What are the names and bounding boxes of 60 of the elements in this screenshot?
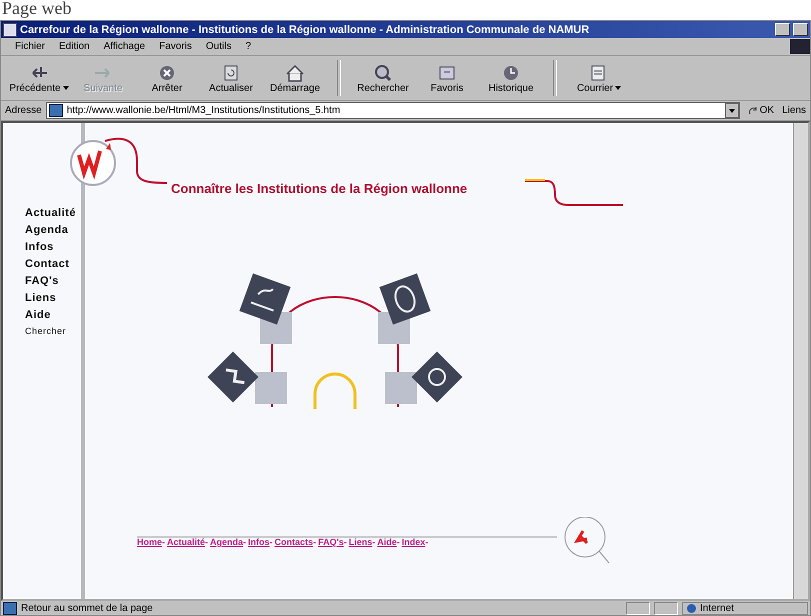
toolbar-button[interactable]: Rechercher: [351, 56, 415, 100]
maximize-button[interactable]: [793, 23, 808, 36]
page-icon: [48, 104, 63, 117]
globe-icon: [687, 604, 696, 612]
footer-link[interactable]: Agenda: [210, 537, 244, 547]
caret-icon[interactable]: [62, 86, 69, 90]
link-separator: -: [372, 537, 376, 547]
address-field[interactable]: http://www.wallonie.be/Html/M3_Institutions/Institutions_5.htm: [46, 102, 740, 119]
sidebar-link[interactable]: Agenda: [25, 224, 81, 236]
sidebar-link[interactable]: Actualité: [25, 207, 81, 219]
go-arrow-icon: [748, 106, 758, 116]
menu-item[interactable]: Favoris: [159, 41, 192, 52]
sidebar-link[interactable]: FAQ's: [25, 275, 81, 287]
link-separator: -: [270, 537, 273, 547]
link-separator: -: [205, 537, 208, 547]
sidebar-link[interactable]: Liens: [25, 292, 81, 304]
footer-link[interactable]: Actualité: [167, 537, 206, 547]
status-message: Retour au sommet de la page: [21, 602, 154, 614]
link-separator: -: [162, 537, 166, 547]
page-caption: Page web: [1, 0, 72, 20]
scrollbar[interactable]: [793, 123, 808, 599]
caret-icon: [728, 108, 735, 112]
sidebar-link[interactable]: Chercher: [25, 326, 81, 336]
menu-item[interactable]: Fichier: [15, 41, 46, 52]
menu-item[interactable]: ?: [245, 41, 252, 52]
footer-link[interactable]: Liens: [348, 537, 372, 547]
minimize-button[interactable]: [775, 23, 790, 36]
link-separator: -: [425, 537, 428, 547]
dropdown-button[interactable]: [724, 103, 739, 118]
sidebar-link[interactable]: Aide: [25, 309, 81, 321]
toolbar-button[interactable]: Précédente: [7, 56, 71, 100]
toolbar-button[interactable]: Démarrage: [263, 56, 327, 100]
toolbar-button[interactable]: Favoris: [415, 56, 479, 100]
link-separator: -: [344, 537, 347, 547]
page-heading: Connaître les Institutions de la Région wallonne: [171, 181, 468, 196]
footer-link[interactable]: Home: [137, 537, 162, 547]
page-icon: [3, 602, 17, 614]
link-separator: -: [396, 537, 400, 547]
footer-link[interactable]: Aide: [377, 537, 397, 547]
footer-link[interactable]: Contacts: [274, 537, 314, 547]
footer-link[interactable]: Index: [402, 537, 426, 547]
toolbar-button[interactable]: Courrier: [567, 56, 631, 100]
window-title: Carrefour de la Région wallonne - Institutions de la Région wallonne - Administration Communale de NAMUR: [20, 24, 590, 36]
link-separator: -: [313, 537, 316, 547]
links-button[interactable]: Liens: [782, 105, 806, 116]
toolbar-button[interactable]: Actualiser: [199, 56, 263, 100]
footer-link[interactable]: Infos: [248, 537, 270, 547]
toolbar-button[interactable]: Historique: [479, 56, 543, 100]
footer-link[interactable]: FAQ's: [318, 537, 344, 547]
toolbar-button[interactable]: Arrêter: [135, 56, 199, 100]
menu-item[interactable]: Outils: [206, 41, 232, 52]
sidebar-link[interactable]: Contact: [25, 258, 81, 270]
sidebar-link[interactable]: Infos: [25, 241, 81, 253]
go-button[interactable]: OK: [744, 105, 778, 116]
caret-icon[interactable]: [615, 86, 622, 90]
link-separator: -: [243, 537, 246, 547]
menu-item[interactable]: Affichage: [104, 41, 146, 52]
security-zone: Internet: [700, 602, 734, 614]
menu-item[interactable]: Edition: [59, 41, 90, 52]
address-label: Adresse: [5, 105, 42, 116]
